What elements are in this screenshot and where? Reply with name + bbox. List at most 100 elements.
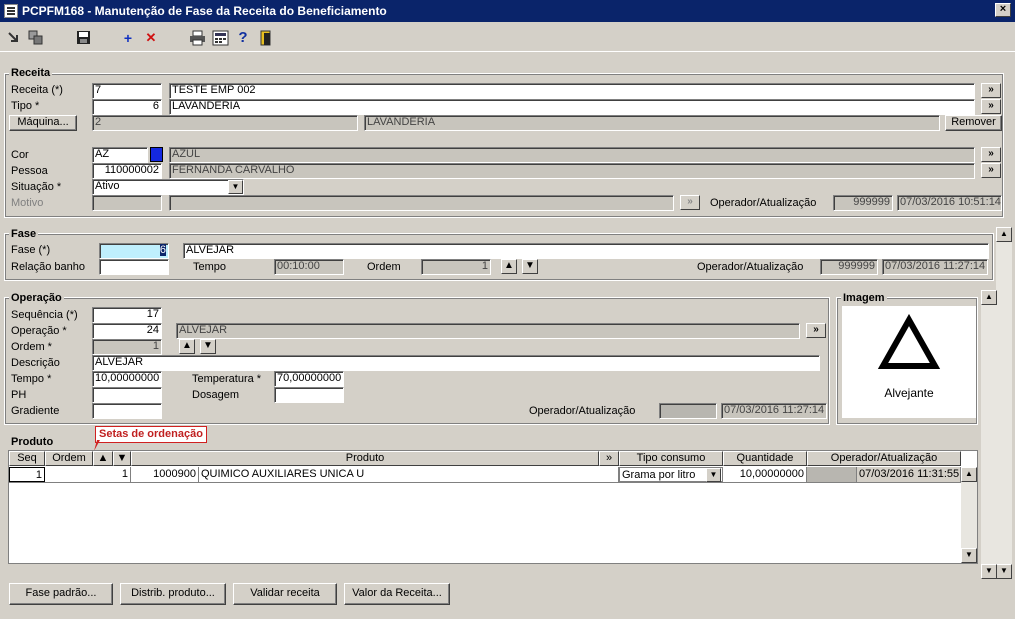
sequencia-label: Sequência (*) xyxy=(11,309,78,321)
close-button[interactable]: × xyxy=(995,3,1011,17)
row-operador-date: 07/03/2016 11:31:55 xyxy=(857,467,961,482)
receita-operador-label: Operador/Atualização xyxy=(710,197,817,209)
fase-operador-label: Operador/Atualização xyxy=(697,261,804,273)
cor-desc-input: AZUL xyxy=(169,147,975,163)
sort-up-arrow-icon[interactable]: ▲ xyxy=(93,451,113,466)
inner-scroll-up-icon[interactable]: ▲ xyxy=(981,290,997,305)
operacao-ordem-input: 1 xyxy=(92,339,162,355)
receita-more-button[interactable]: » xyxy=(981,83,1001,98)
help-icon[interactable]: ? xyxy=(234,30,252,46)
cor-more-button[interactable]: » xyxy=(981,147,1001,162)
maquina-desc-input: LAVANDERIA xyxy=(364,115,940,131)
row-quantidade[interactable]: 10,00000000 xyxy=(723,467,807,482)
col-operador-atualizacao[interactable]: Operador/Atualização xyxy=(807,451,961,466)
fase-ordem-label: Ordem xyxy=(367,261,401,273)
app-icon xyxy=(4,4,18,18)
validar-receita-button[interactable]: Validar receita xyxy=(233,583,337,605)
relacao-banho-input[interactable] xyxy=(99,259,169,275)
fase-ordem-up-arrow-icon[interactable]: ▲ xyxy=(501,259,517,274)
inner-scroll-down-icon[interactable]: ▼ xyxy=(981,564,997,579)
scroll-up-icon[interactable]: ▲ xyxy=(996,227,1012,242)
row-ordem[interactable]: 1 xyxy=(45,467,131,482)
operacao-operador-user xyxy=(659,403,717,419)
receita-operador-date: 07/03/2016 10:51:14 xyxy=(897,195,1002,211)
produto-group-title: Produto xyxy=(9,436,56,448)
sequencia-input[interactable]: 17 xyxy=(92,307,162,323)
tipo-more-button[interactable]: » xyxy=(981,99,1001,114)
produto-scroll-down-icon[interactable]: ▼ xyxy=(961,548,977,563)
alvejante-image: Alvejante xyxy=(842,306,976,418)
col-ordem[interactable]: Ordem xyxy=(45,451,93,466)
col-tipo-consumo[interactable]: Tipo consumo xyxy=(619,451,723,466)
col-quantidade[interactable]: Quantidade xyxy=(723,451,807,466)
valor-receita-button[interactable]: Valor da Receita... xyxy=(344,583,450,605)
save-icon[interactable] xyxy=(76,30,92,46)
motivo-label: Motivo xyxy=(11,197,44,209)
maquina-button[interactable]: Máquina... xyxy=(9,115,77,131)
row-seq[interactable]: 1 xyxy=(9,467,45,482)
fase-label: Fase (*) xyxy=(11,244,51,256)
remover-button[interactable]: Remover xyxy=(945,115,1002,131)
tipo-code-input[interactable]: 6 xyxy=(92,99,162,115)
operacao-operador-date: 07/03/2016 11:27:14 xyxy=(721,403,827,419)
pessoa-label: Pessoa xyxy=(11,165,48,177)
print-icon[interactable] xyxy=(189,30,206,46)
main-scrollbar[interactable]: ▲ ▼ xyxy=(996,227,1012,579)
receita-code-input[interactable]: 7 xyxy=(92,83,162,99)
sort-down-arrow-icon[interactable]: ▼ xyxy=(113,451,131,466)
cor-color-swatch xyxy=(150,147,163,162)
toolbar: + ✕ ? xyxy=(0,24,1015,52)
col-produto[interactable]: Produto xyxy=(131,451,599,466)
operacao-code-input[interactable]: 24 xyxy=(92,323,162,339)
gradiente-input[interactable] xyxy=(92,403,162,419)
ph-label: PH xyxy=(11,389,27,401)
calculator-icon[interactable] xyxy=(212,30,229,46)
fase-tempo-input: 00:10:00 xyxy=(274,259,344,275)
table-row[interactable]: 1 1 1000900 QUIMICO AUXILIARES UNICA U G… xyxy=(9,467,961,483)
chevron-down-icon[interactable]: ▼ xyxy=(228,180,243,194)
descricao-input[interactable]: ALVEJAR xyxy=(92,355,820,371)
fase-code-input[interactable]: 6 xyxy=(99,243,169,259)
produto-more-button[interactable]: » xyxy=(599,451,619,466)
operacao-ordem-down-arrow-icon[interactable]: ▼ xyxy=(200,339,216,354)
copy-icon[interactable] xyxy=(28,30,44,46)
distrib-produto-button[interactable]: Distrib. produto... xyxy=(120,583,226,605)
pessoa-more-button[interactable]: » xyxy=(981,163,1001,178)
temperatura-input[interactable]: 70,00000000 xyxy=(274,371,344,387)
add-icon[interactable]: + xyxy=(119,30,137,46)
receita-desc-input[interactable]: TESTE EMP 002 xyxy=(169,83,975,99)
ph-input[interactable] xyxy=(92,387,162,403)
fase-operador-date: 07/03/2016 11:27:14 xyxy=(882,259,988,275)
cor-code-input[interactable]: AZ xyxy=(92,147,148,163)
tipo-desc-input[interactable]: LAVANDERIA xyxy=(169,99,975,115)
row-tipo-chevron-down-icon[interactable]: ▼ xyxy=(706,468,721,482)
exit-icon[interactable] xyxy=(258,30,274,46)
row-produto-desc[interactable]: QUIMICO AUXILIARES UNICA U xyxy=(199,467,619,482)
row-operador-user xyxy=(807,467,857,482)
first-record-icon[interactable] xyxy=(7,31,21,45)
inner-scrollbar[interactable]: ▲ ▼ xyxy=(981,290,997,579)
fase-desc-input[interactable]: ALVEJAR xyxy=(183,243,989,259)
operacao-ordem-up-arrow-icon[interactable]: ▲ xyxy=(179,339,195,354)
pessoa-code-input[interactable]: 110000002 xyxy=(92,163,162,179)
dosagem-input[interactable] xyxy=(274,387,344,403)
row-produto-code[interactable]: 1000900 xyxy=(131,467,199,482)
delete-icon[interactable]: ✕ xyxy=(142,30,160,46)
tipo-label: Tipo * xyxy=(11,100,40,112)
col-seq[interactable]: Seq xyxy=(9,451,45,466)
scroll-down-icon[interactable]: ▼ xyxy=(996,564,1012,579)
relacao-banho-label: Relação banho xyxy=(11,261,86,273)
receita-label: Receita (*) xyxy=(11,84,63,96)
operacao-operador-label: Operador/Atualização xyxy=(529,405,636,417)
motivo-desc-input xyxy=(169,195,674,211)
fase-padrao-button[interactable]: Fase padrão... xyxy=(9,583,113,605)
produto-scrollbar[interactable]: ▲ ▼ xyxy=(961,467,977,563)
operacao-more-button[interactable]: » xyxy=(806,323,826,338)
operacao-tempo-input[interactable]: 10,00000000 xyxy=(92,371,162,387)
produto-scroll-up-icon[interactable]: ▲ xyxy=(961,467,977,482)
fase-ordem-down-arrow-icon[interactable]: ▼ xyxy=(522,259,538,274)
motivo-code-input xyxy=(92,195,162,211)
image-caption: Alvejante xyxy=(884,386,934,400)
window-title: PCPFM168 - Manutenção de Fase da Receita… xyxy=(22,4,387,18)
situacao-select[interactable]: Ativo xyxy=(92,179,244,195)
